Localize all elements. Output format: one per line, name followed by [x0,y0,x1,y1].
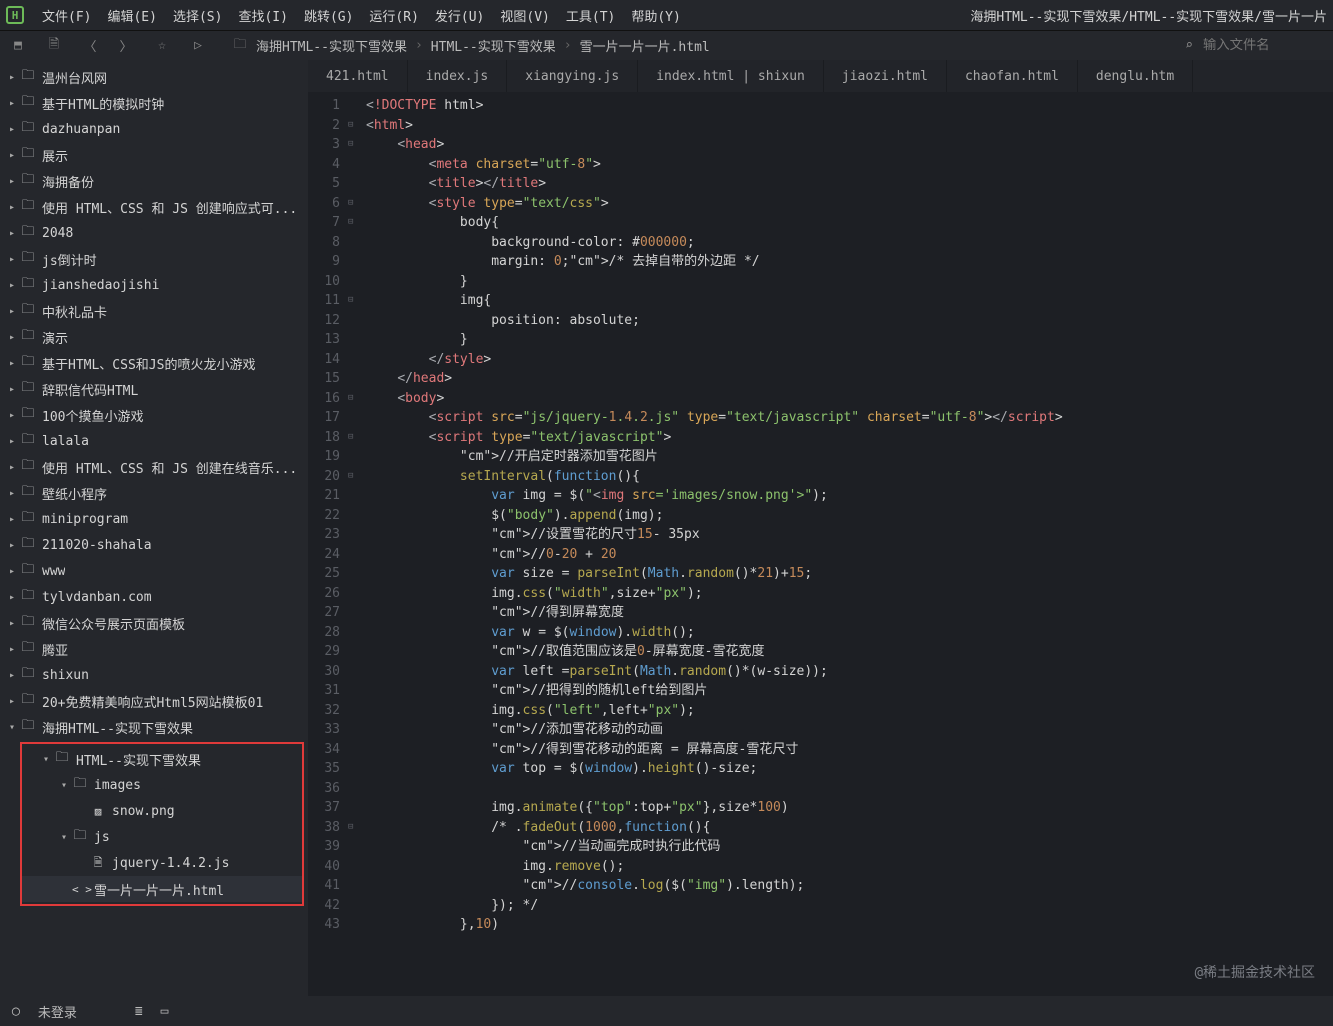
code-editor[interactable]: 1234567891011121314151617181920212223242… [308,92,1333,996]
tree-folder[interactable]: ▸🗀温州台风网 [0,64,308,90]
search-input[interactable] [1203,38,1323,53]
editor-tab[interactable]: denglu.htm [1078,60,1193,92]
forward-icon[interactable]: 〉 [118,36,134,55]
breadcrumb-item[interactable]: 雪一片一片一片.html [580,36,710,55]
list-icon[interactable]: ≣ [135,1004,143,1019]
editor-tab[interactable]: xiangying.js [507,60,638,92]
window-title: 海拥HTML--实现下雪效果/HTML--实现下雪效果/雪一片一片 [970,6,1327,25]
file-tree: ▸🗀温州台风网▸🗀基于HTML的模拟时钟▸🗀dazhuanpan▸🗀展示▸🗀海拥… [0,60,308,996]
folder-icon: 🗀 [232,35,248,57]
menu-item[interactable]: 运行(R) [361,3,426,28]
menu-item[interactable]: 工具(T) [558,3,623,28]
menubar: H 文件(F)编辑(E)选择(S)查找(I)跳转(G)运行(R)发行(U)视图(… [0,0,1333,30]
tree-folder[interactable]: ▸🗀演示 [0,324,308,350]
menu-item[interactable]: 查找(I) [230,3,295,28]
tree-folder[interactable]: ▸🗀dazhuanpan [0,116,308,142]
tree-file[interactable]: < >雪一片一片一片.html [22,876,302,902]
tree-folder[interactable]: ▾🗀js [22,824,302,850]
menu-item[interactable]: 发行(U) [427,3,492,28]
tab-left-icon[interactable]: ⬒ [10,38,26,53]
search-icon[interactable]: ⌕ [1185,38,1193,53]
tree-file[interactable]: ▨snow.png [22,798,302,824]
tree-folder[interactable]: ▸🗀使用 HTML、CSS 和 JS 创建响应式可... [0,194,308,220]
watermark: @稀土掘金技术社区 [1195,962,1315,982]
editor-tab[interactable]: chaofan.html [947,60,1078,92]
tree-folder[interactable]: ▸🗀20+免费精美响应式Html5网站模板01 [0,688,308,714]
tree-folder[interactable]: ▸🗀中秋礼品卡 [0,298,308,324]
terminal-icon[interactable]: ▭ [161,1004,169,1019]
tree-folder[interactable]: ▸🗀211020-shahala [0,532,308,558]
breadcrumb: 🗀 海拥HTML--实现下雪效果 › HTML--实现下雪效果 › 雪一片一片一… [232,35,710,57]
tree-file[interactable]: 🗎jquery-1.4.2.js [22,850,302,876]
save-icon[interactable]: 🗎 [46,35,62,57]
tree-folder[interactable]: ▸🗀使用 HTML、CSS 和 JS 创建在线音乐... [0,454,308,480]
breadcrumb-item[interactable]: HTML--实现下雪效果 [431,36,556,55]
editor-tab[interactable]: index.html | shixun [638,60,824,92]
tree-folder[interactable]: ▸🗀基于HTML的模拟时钟 [0,90,308,116]
tree-folder[interactable]: ▸🗀微信公众号展示页面模板 [0,610,308,636]
menu-item[interactable]: 跳转(G) [296,3,361,28]
app-logo: H [6,6,24,24]
menu-item[interactable]: 选择(S) [165,3,230,28]
tree-folder[interactable]: ▸🗀100个摸鱼小游戏 [0,402,308,428]
tree-folder[interactable]: ▾🗀images [22,772,302,798]
tree-folder[interactable]: ▸🗀shixun [0,662,308,688]
menu-item[interactable]: 帮助(Y) [623,3,688,28]
toolbar: ⬒ 🗎 〈 〉 ☆ ▷ 🗀 海拥HTML--实现下雪效果 › HTML--实现下… [0,30,1333,60]
tree-folder[interactable]: ▸🗀miniprogram [0,506,308,532]
tree-folder[interactable]: ▸🗀jianshedaojishi [0,272,308,298]
tree-folder[interactable]: ▸🗀lalala [0,428,308,454]
editor-tabs: 421.htmlindex.jsxiangying.jsindex.html |… [308,60,1333,92]
editor-tab[interactable]: 421.html [308,60,408,92]
breadcrumb-item[interactable]: 海拥HTML--实现下雪效果 [256,36,407,55]
back-icon[interactable]: 〈 [82,36,98,55]
statusbar: ◯ 未登录 ≣ ▭ [0,996,1333,1026]
tree-folder[interactable]: ▸🗀腾亚 [0,636,308,662]
tree-folder[interactable]: ▸🗀展示 [0,142,308,168]
star-icon[interactable]: ☆ [154,38,170,53]
tree-folder[interactable]: ▸🗀www [0,558,308,584]
tree-folder[interactable]: ▾🗀HTML--实现下雪效果 [22,746,302,772]
editor-tab[interactable]: jiaozi.html [824,60,947,92]
menu-item[interactable]: 文件(F) [34,3,99,28]
tree-folder[interactable]: ▸🗀辞职信代码HTML [0,376,308,402]
tree-folder[interactable]: ▸🗀2048 [0,220,308,246]
menu-item[interactable]: 视图(V) [492,3,557,28]
tree-folder[interactable]: ▸🗀海拥备份 [0,168,308,194]
highlight-box: ▾🗀HTML--实现下雪效果▾🗀images▨snow.png▾🗀js🗎jque… [20,742,304,906]
menu-item[interactable]: 编辑(E) [99,3,164,28]
login-status[interactable]: 未登录 [38,1002,77,1021]
tree-folder[interactable]: ▸🗀基于HTML、CSS和JS的喷火龙小游戏 [0,350,308,376]
tree-folder[interactable]: ▸🗀壁纸小程序 [0,480,308,506]
user-icon[interactable]: ◯ [12,1004,20,1019]
tree-folder[interactable]: ▸🗀tylvdanban.com [0,584,308,610]
run-icon[interactable]: ▷ [190,38,206,53]
editor-tab[interactable]: index.js [408,60,508,92]
tree-folder-open[interactable]: ▾🗀 海拥HTML--实现下雪效果 [0,714,308,740]
tree-folder[interactable]: ▸🗀js倒计时 [0,246,308,272]
